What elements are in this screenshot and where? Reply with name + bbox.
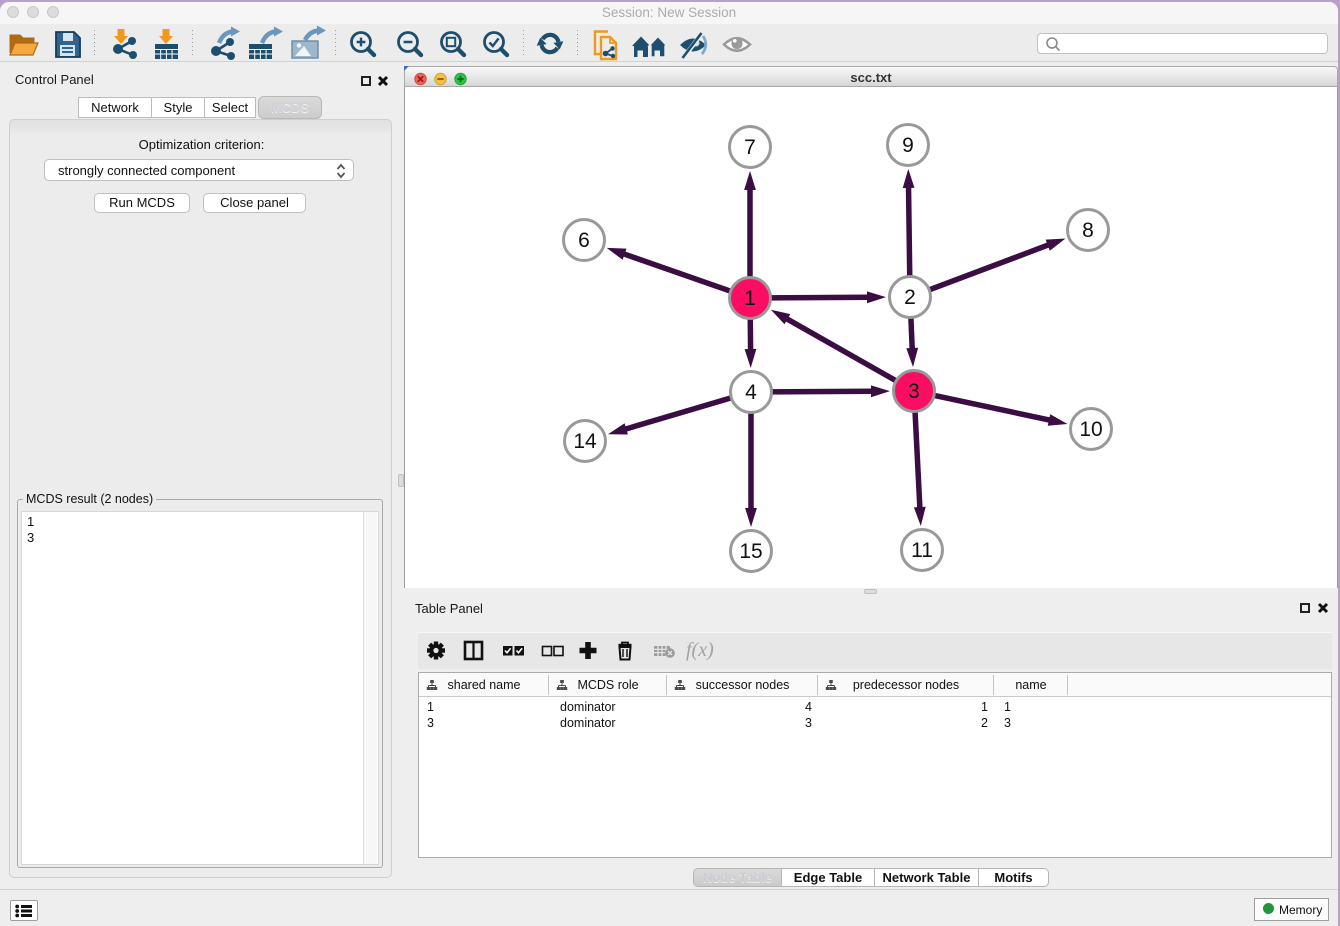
svg-text:8: 8 [1082, 219, 1094, 242]
svg-text:4: 4 [745, 381, 757, 404]
svg-text:11: 11 [911, 539, 933, 562]
svg-text:2: 2 [904, 286, 916, 309]
svg-text:1: 1 [744, 287, 756, 310]
svg-text:6: 6 [578, 229, 590, 252]
svg-text:15: 15 [739, 540, 762, 563]
svg-text:7: 7 [744, 136, 756, 159]
svg-text:10: 10 [1079, 418, 1102, 441]
svg-text:3: 3 [908, 380, 920, 403]
svg-text:14: 14 [573, 430, 597, 453]
svg-text:9: 9 [902, 134, 914, 157]
